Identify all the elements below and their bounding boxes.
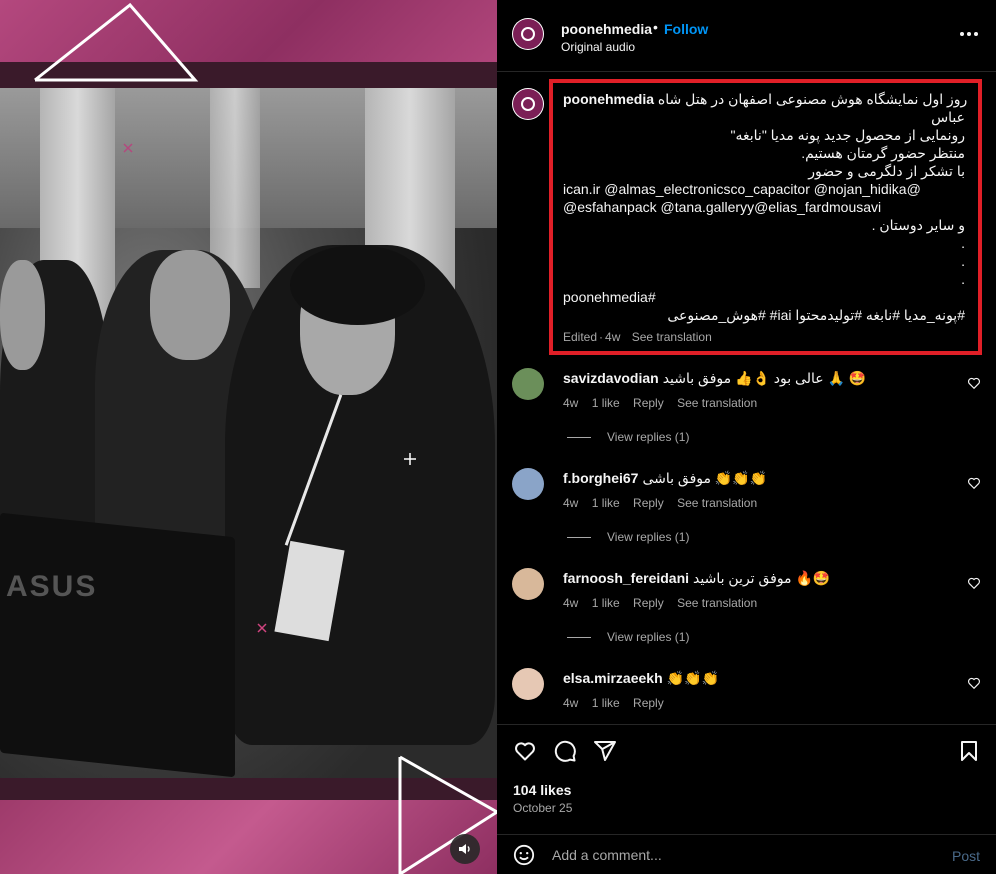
comment-likes[interactable]: 1 like — [592, 696, 620, 710]
reply-button[interactable]: Reply — [633, 696, 664, 710]
comment-icon[interactable] — [553, 739, 577, 763]
comment-likes[interactable]: 1 like — [592, 596, 620, 610]
post-date[interactable]: October 25 — [513, 801, 572, 815]
see-translation-link[interactable]: See translation — [677, 396, 757, 410]
more-options-button[interactable] — [957, 24, 981, 44]
comment-text: موفق ترین باشید 🔥🤩 — [693, 570, 831, 586]
view-replies-button[interactable]: View replies (1) — [567, 530, 689, 544]
comment-likes[interactable]: 1 like — [592, 496, 620, 510]
avatar[interactable] — [512, 368, 544, 400]
reply-button[interactable]: Reply — [633, 496, 664, 510]
media-monitor — [0, 512, 235, 778]
see-translation-link[interactable]: See translation — [677, 596, 757, 610]
post-side-panel: poonehmedia • Follow Original audio poon… — [497, 0, 996, 874]
heart-icon[interactable] — [513, 739, 537, 763]
sound-toggle-button[interactable] — [450, 834, 480, 864]
post-header: poonehmedia • Follow Original audio — [497, 0, 996, 72]
comment-username[interactable]: elsa.mirzaeekh — [563, 670, 663, 686]
post-media[interactable]: ASUS — [0, 0, 497, 874]
likes-count[interactable]: 104 likes — [513, 782, 571, 798]
post-comment-button[interactable]: Post — [952, 848, 980, 864]
like-comment-icon[interactable] — [967, 476, 981, 490]
follow-button[interactable]: Follow — [664, 21, 708, 37]
comment-text: 👏👏👏 — [666, 670, 719, 686]
audio-label[interactable]: Original audio — [561, 40, 635, 54]
header-separator: • — [653, 19, 658, 35]
view-replies-button[interactable]: View replies (1) — [567, 630, 689, 644]
like-comment-icon[interactable] — [967, 676, 981, 690]
header-username[interactable]: poonehmedia — [561, 21, 652, 37]
comment-time[interactable]: 4w — [563, 696, 578, 710]
highlight-box — [549, 79, 982, 355]
avatar[interactable] — [512, 468, 544, 500]
comment-time[interactable]: 4w — [563, 496, 578, 510]
reply-button[interactable]: Reply — [633, 596, 664, 610]
see-translation-link[interactable]: See translation — [677, 496, 757, 510]
comment-username[interactable]: farnoosh_fereidani — [563, 570, 689, 586]
comment-username[interactable]: savizdavodian — [563, 370, 659, 386]
cross-mark — [257, 623, 267, 633]
more-dots-icon — [960, 32, 964, 36]
comment-input[interactable] — [552, 843, 922, 867]
comment-time[interactable]: 4w — [563, 596, 578, 610]
emoji-icon[interactable] — [513, 844, 535, 866]
post-actions: 104 likes October 25 — [497, 724, 996, 832]
avatar[interactable] — [512, 18, 544, 50]
comment-text: عالی بود 👌👍 موفق باشید 🙏 🤩 — [662, 370, 867, 386]
plus-mark — [404, 453, 416, 465]
reply-button[interactable]: Reply — [633, 396, 664, 410]
monitor-brand-label: ASUS — [6, 570, 98, 603]
comment-text: موفق باشی 👏👏👏 — [642, 470, 768, 486]
cross-mark — [123, 143, 133, 153]
media-face — [150, 250, 230, 360]
bookmark-icon[interactable] — [957, 739, 981, 763]
like-comment-icon[interactable] — [967, 576, 981, 590]
comment-username[interactable]: f.borghei67 — [563, 470, 638, 486]
share-icon[interactable] — [593, 739, 617, 763]
view-replies-button[interactable]: View replies (1) — [567, 430, 689, 444]
comment-time[interactable]: 4w — [563, 396, 578, 410]
comment-likes[interactable]: 1 like — [592, 396, 620, 410]
avatar[interactable] — [512, 668, 544, 700]
caption-avatar[interactable] — [512, 88, 544, 120]
add-comment-bar: Post — [497, 834, 996, 874]
like-comment-icon[interactable] — [967, 376, 981, 390]
media-face — [0, 260, 45, 370]
media-hair — [290, 245, 425, 325]
triangle-decoration-bottom — [398, 755, 497, 874]
avatar[interactable] — [512, 568, 544, 600]
speaker-icon — [459, 844, 470, 854]
triangle-decoration-top — [34, 2, 199, 82]
